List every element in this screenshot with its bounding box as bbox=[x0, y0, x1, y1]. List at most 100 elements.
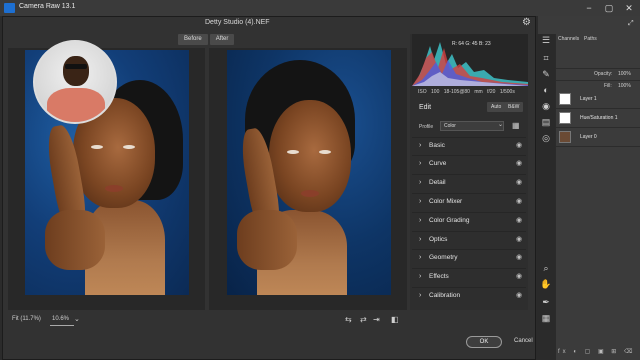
zoom-underline bbox=[50, 325, 74, 326]
section-label: Effects bbox=[429, 273, 449, 280]
after-button[interactable]: After bbox=[209, 34, 235, 45]
eye-icon[interactable]: ◉ bbox=[516, 178, 522, 186]
section-label: Geometry bbox=[429, 254, 458, 261]
ps-toolbar bbox=[538, 16, 556, 34]
maximize-icon[interactable]: ▢ bbox=[600, 2, 618, 14]
chevron-right-icon: › bbox=[419, 273, 422, 280]
eye-icon[interactable]: ◉ bbox=[516, 197, 522, 205]
iso-value: ISO 100 bbox=[418, 89, 440, 95]
chevron-down-icon: ⌄ bbox=[498, 122, 504, 128]
presets-icon[interactable]: ◎ bbox=[539, 132, 553, 145]
app-title: Camera Raw 13.1 bbox=[19, 3, 76, 10]
edit-tool-icon[interactable]: ☰ bbox=[539, 34, 553, 47]
section-label: Detail bbox=[429, 179, 446, 186]
aperture-value: f/20 bbox=[487, 89, 496, 95]
section-label: Curve bbox=[429, 160, 447, 167]
lens-value: 18-105@80 mm bbox=[443, 89, 483, 95]
webcam-overlay bbox=[33, 40, 117, 124]
section-label: Color Grading bbox=[429, 217, 470, 224]
tab-paths[interactable]: Paths bbox=[584, 36, 597, 42]
layer-row[interactable]: Layer 0 bbox=[556, 128, 640, 147]
chevron-down-icon[interactable]: ⌄ bbox=[74, 315, 80, 323]
ok-button[interactable]: OK bbox=[466, 336, 502, 348]
section-geometry[interactable]: › Geometry ◉ bbox=[412, 249, 526, 266]
after-preview-pane[interactable] bbox=[209, 48, 407, 310]
section-label: Color Mixer bbox=[429, 198, 463, 205]
section-curve[interactable]: › Curve ◉ bbox=[412, 155, 526, 172]
layer-row[interactable]: Hue/Saturation 1 bbox=[556, 109, 640, 128]
layer-row[interactable]: Layer 1 bbox=[556, 90, 640, 109]
layers-panel-actions[interactable]: fx ◐ ▢ ▣ ⊞ ⌫ bbox=[558, 348, 635, 355]
section-optics[interactable]: › Optics ◉ bbox=[412, 231, 526, 248]
color-sampler-icon[interactable]: ✒ bbox=[539, 296, 553, 309]
chevron-right-icon: › bbox=[419, 179, 422, 186]
section-basic[interactable]: › Basic ◉ bbox=[412, 137, 526, 154]
copy-settings-icon[interactable]: ⇥ bbox=[373, 315, 380, 324]
section-detail[interactable]: › Detail ◉ bbox=[412, 174, 526, 191]
chevron-right-icon: › bbox=[419, 254, 422, 261]
shutter-value: 1/500s bbox=[499, 89, 515, 95]
edit-heading: Edit bbox=[419, 104, 432, 111]
chevron-right-icon: › bbox=[419, 292, 422, 299]
zoom-level-value[interactable]: 10.6% bbox=[52, 316, 69, 322]
section-label: Optics bbox=[429, 236, 448, 243]
section-calibration[interactable]: › Calibration ◉ bbox=[412, 287, 526, 304]
section-color-grading[interactable]: › Color Grading ◉ bbox=[412, 212, 526, 229]
profile-label: Profile bbox=[419, 124, 434, 130]
snapshots-icon[interactable]: ▤ bbox=[539, 116, 553, 129]
chevron-right-icon: › bbox=[419, 236, 422, 243]
fit-zoom-label[interactable]: Fit (11.7%) bbox=[12, 316, 41, 322]
rgb-readout: R: 64 G: 45 B: 23 bbox=[452, 41, 491, 47]
hand-icon[interactable]: ✋ bbox=[539, 278, 553, 291]
grid-overlay-icon[interactable]: ▦ bbox=[539, 312, 553, 325]
file-name-title: Detty Studio (4).NEF bbox=[205, 19, 270, 26]
section-label: Calibration bbox=[429, 292, 461, 299]
layer-name: Layer 1 bbox=[580, 96, 597, 102]
opacity-value[interactable]: 100% bbox=[618, 68, 631, 80]
eye-icon[interactable]: ◉ bbox=[516, 253, 522, 261]
tab-channels[interactable]: Channels bbox=[558, 36, 579, 42]
after-photo bbox=[227, 50, 391, 295]
eye-icon[interactable]: ◉ bbox=[516, 141, 522, 149]
camera-raw-app-icon bbox=[4, 3, 15, 13]
eye-icon[interactable]: ◉ bbox=[516, 235, 522, 243]
expand-icon[interactable]: ⤢ bbox=[628, 20, 634, 28]
eye-icon[interactable]: ◉ bbox=[516, 272, 522, 280]
camera-info: ISO 100 18-105@80 mm f/20 1/500s bbox=[418, 89, 515, 95]
chevron-right-icon: › bbox=[419, 217, 422, 224]
eye-icon[interactable]: ◉ bbox=[516, 159, 522, 167]
layer-thumbnail bbox=[559, 112, 571, 124]
before-after-toggle: Before After bbox=[178, 34, 235, 45]
profile-select[interactable]: Color bbox=[440, 121, 504, 131]
layer-thumbnail bbox=[559, 93, 571, 105]
auto-button[interactable]: Auto bbox=[487, 102, 506, 112]
profile-browser-icon[interactable]: ▦ bbox=[512, 121, 520, 130]
bw-button[interactable]: B&W bbox=[504, 102, 524, 112]
minimize-icon[interactable]: − bbox=[580, 2, 598, 14]
before-button[interactable]: Before bbox=[178, 34, 208, 45]
zoom-icon[interactable]: ⌕ bbox=[539, 262, 553, 275]
opacity-label: Opacity: bbox=[594, 71, 613, 77]
close-icon[interactable]: ✕ bbox=[620, 2, 638, 14]
section-color-mixer[interactable]: › Color Mixer ◉ bbox=[412, 193, 526, 210]
cancel-button[interactable]: Cancel bbox=[514, 338, 533, 344]
red-eye-icon[interactable]: ◉ bbox=[539, 100, 553, 113]
section-label: Basic bbox=[429, 142, 445, 149]
eye-icon[interactable]: ◉ bbox=[516, 291, 522, 299]
mask-icon[interactable]: ◐ bbox=[539, 84, 553, 97]
chevron-right-icon: › bbox=[419, 142, 422, 149]
healing-brush-icon[interactable]: ✎ bbox=[539, 68, 553, 81]
crop-icon[interactable]: ⌗ bbox=[539, 52, 553, 65]
eye-icon[interactable]: ◉ bbox=[516, 216, 522, 224]
before-after-view-icon[interactable]: ⇆ bbox=[345, 315, 352, 324]
layer-name: Layer 0 bbox=[580, 134, 597, 140]
section-effects[interactable]: › Effects ◉ bbox=[412, 268, 526, 285]
chevron-right-icon: › bbox=[419, 160, 422, 167]
swap-settings-icon[interactable]: ⇄ bbox=[360, 315, 367, 324]
layer-name: Hue/Saturation 1 bbox=[580, 115, 618, 121]
gear-icon[interactable]: ⚙ bbox=[522, 17, 531, 28]
toggle-view-icon[interactable]: ◧ bbox=[391, 315, 399, 324]
title-bar bbox=[0, 0, 640, 16]
layer-thumbnail bbox=[559, 131, 571, 143]
chevron-right-icon: › bbox=[419, 198, 422, 205]
